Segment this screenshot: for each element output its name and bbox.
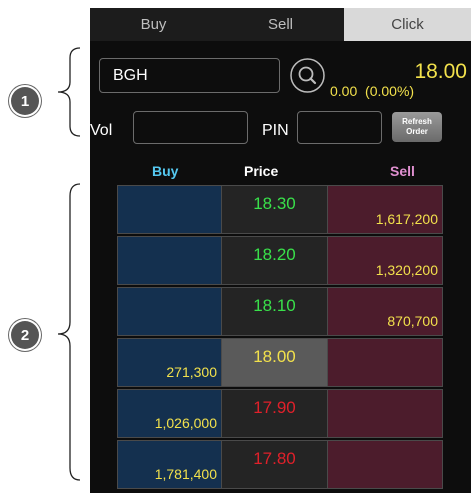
tab-sell[interactable]: Sell	[217, 8, 344, 41]
sell-volume-cell[interactable]	[327, 389, 443, 438]
book-header-buy: Buy	[152, 163, 179, 179]
sell-volume: 1,320,200	[375, 262, 438, 278]
vol-label: Vol	[90, 122, 113, 139]
price-cell[interactable]: 18.00	[221, 338, 327, 387]
buy-volume-cell[interactable]: 1,781,400	[117, 440, 221, 489]
last-price: 18.00	[414, 60, 467, 83]
order-book-row[interactable]: 18.10 870,700	[117, 287, 443, 336]
book-header-sell: Sell	[390, 163, 415, 179]
order-book-row[interactable]: 18.30 1,617,200	[117, 185, 443, 234]
sell-volume-cell[interactable]: 870,700	[327, 287, 443, 336]
buy-volume: 1,781,400	[154, 466, 217, 482]
callout-brace-1	[57, 47, 81, 137]
callout-badge-2: 2	[11, 321, 39, 349]
price-level: 18.00	[253, 347, 296, 366]
change-percent: (0.00%)	[365, 83, 415, 99]
price-level: 17.90	[253, 398, 296, 417]
order-book-row[interactable]: 1,026,000 17.90	[117, 389, 443, 438]
search-icon[interactable]	[289, 57, 326, 94]
price-level: 17.80	[253, 449, 296, 468]
buy-volume-cell[interactable]	[117, 236, 221, 285]
callout-badge-1: 1	[11, 87, 39, 115]
price-level: 18.20	[253, 245, 296, 264]
book-header-price: Price	[244, 163, 279, 179]
change-value: 0.00	[330, 83, 358, 99]
price-change: 0.00 (0.00%)	[330, 83, 414, 99]
price-cell[interactable]: 17.80	[221, 440, 327, 489]
refresh-label-line2: Order	[406, 127, 428, 136]
tab-buy[interactable]: Buy	[90, 8, 217, 41]
tab-bar: Buy Sell Click	[90, 8, 471, 41]
order-book-row[interactable]: 18.20 1,320,200	[117, 236, 443, 285]
sell-volume-cell[interactable]: 1,617,200	[327, 185, 443, 234]
symbol-input[interactable]: BGH	[99, 58, 280, 93]
sell-volume-cell[interactable]: 1,320,200	[327, 236, 443, 285]
price-level: 18.30	[253, 194, 296, 213]
sell-volume: 1,617,200	[375, 211, 438, 227]
price-level: 18.10	[253, 296, 296, 315]
buy-volume-cell[interactable]: 271,300	[117, 338, 221, 387]
order-book: 18.30 1,617,200 18.20 1,320,200 18.10 870,700…	[117, 185, 443, 491]
price-cell[interactable]: 18.10	[221, 287, 327, 336]
buy-volume: 271,300	[166, 364, 217, 380]
tab-click[interactable]: Click	[344, 8, 471, 41]
trading-panel: Buy Sell Click BGH 18.00 0.00 (0.00%) Vo…	[90, 8, 471, 493]
refresh-order-button[interactable]: Refresh Order	[392, 112, 442, 142]
sell-volume-cell[interactable]	[327, 440, 443, 489]
symbol-value: BGH	[113, 66, 148, 84]
sell-volume: 870,700	[387, 313, 438, 329]
callout-brace-2	[57, 183, 81, 481]
price-cell[interactable]: 18.30	[221, 185, 327, 234]
buy-volume-cell[interactable]	[117, 185, 221, 234]
buy-volume-cell[interactable]: 1,026,000	[117, 389, 221, 438]
vol-input[interactable]	[133, 111, 248, 144]
refresh-label-line1: Refresh	[402, 117, 432, 126]
order-book-row[interactable]: 271,300 18.00	[117, 338, 443, 387]
sell-volume-cell[interactable]	[327, 338, 443, 387]
pin-label: PIN	[262, 122, 289, 139]
order-book-row[interactable]: 1,781,400 17.80	[117, 440, 443, 489]
buy-volume-cell[interactable]	[117, 287, 221, 336]
price-cell[interactable]: 18.20	[221, 236, 327, 285]
pin-input[interactable]	[297, 111, 382, 144]
price-cell[interactable]: 17.90	[221, 389, 327, 438]
buy-volume: 1,026,000	[154, 415, 217, 431]
